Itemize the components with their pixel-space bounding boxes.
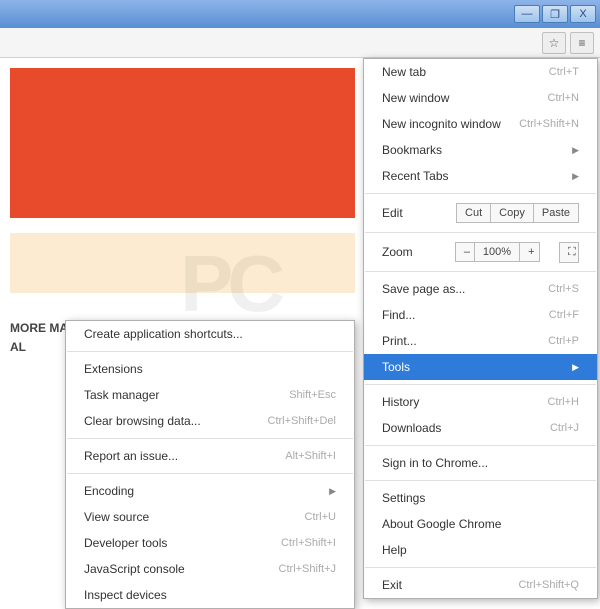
menu-exit[interactable]: ExitCtrl+Shift+Q xyxy=(364,572,597,598)
submenu-clear-browsing-data[interactable]: Clear browsing data...Ctrl+Shift+Del xyxy=(66,408,354,434)
menu-incognito[interactable]: New incognito windowCtrl+Shift+N xyxy=(364,111,597,137)
menu-find[interactable]: Find...Ctrl+F xyxy=(364,302,597,328)
menu-separator xyxy=(365,567,596,568)
chevron-right-icon: ▶ xyxy=(572,145,579,156)
menu-separator xyxy=(365,232,596,233)
zoom-out-button[interactable]: – xyxy=(455,242,475,262)
menu-new-tab[interactable]: New tabCtrl+T xyxy=(364,59,597,85)
menu-zoom-row: Zoom – 100% + ⛶ xyxy=(364,237,597,267)
cut-button[interactable]: Cut xyxy=(456,203,491,223)
menu-settings[interactable]: Settings xyxy=(364,485,597,511)
menu-help[interactable]: Help xyxy=(364,537,597,563)
zoom-value: 100% xyxy=(475,242,520,262)
submenu-extensions[interactable]: Extensions xyxy=(66,356,354,382)
menu-save-page[interactable]: Save page as...Ctrl+S xyxy=(364,276,597,302)
copy-button[interactable]: Copy xyxy=(491,203,534,223)
zoom-label: Zoom xyxy=(382,245,442,259)
menu-separator xyxy=(365,193,596,194)
menu-separator xyxy=(365,384,596,385)
page-content: MORE MANAGEABLE WITH THE NEW savi AL PC … xyxy=(0,58,600,596)
paste-button[interactable]: Paste xyxy=(534,203,579,223)
zoom-in-button[interactable]: + xyxy=(520,242,540,262)
chrome-main-menu: New tabCtrl+T New windowCtrl+N New incog… xyxy=(363,58,598,599)
menu-separator xyxy=(67,438,353,439)
submenu-encoding[interactable]: Encoding▶ xyxy=(66,478,354,504)
menu-edit-row: Edit Cut Copy Paste xyxy=(364,198,597,228)
close-button[interactable]: X xyxy=(570,5,596,23)
menu-separator xyxy=(67,351,353,352)
page-sub-banner xyxy=(10,233,355,293)
submenu-inspect-devices[interactable]: Inspect devices xyxy=(66,582,354,608)
menu-recent-tabs[interactable]: Recent Tabs▶ xyxy=(364,163,597,189)
menu-bookmarks[interactable]: Bookmarks▶ xyxy=(364,137,597,163)
submenu-app-shortcuts[interactable]: Create application shortcuts... xyxy=(66,321,354,347)
menu-about[interactable]: About Google Chrome xyxy=(364,511,597,537)
hamburger-menu-icon[interactable]: ≡ xyxy=(570,32,594,54)
submenu-view-source[interactable]: View sourceCtrl+U xyxy=(66,504,354,530)
maximize-button[interactable]: ❐ xyxy=(542,5,568,23)
edit-label: Edit xyxy=(382,206,442,220)
window-titlebar: — ❐ X xyxy=(0,0,600,28)
menu-separator xyxy=(67,473,353,474)
chevron-right-icon: ▶ xyxy=(329,486,336,497)
tools-submenu: Create application shortcuts... Extensio… xyxy=(65,320,355,609)
chevron-right-icon: ▶ xyxy=(572,171,579,182)
menu-downloads[interactable]: DownloadsCtrl+J xyxy=(364,415,597,441)
menu-separator xyxy=(365,445,596,446)
fullscreen-button[interactable]: ⛶ xyxy=(559,242,579,263)
browser-toolbar: ☆ ≡ xyxy=(0,28,600,58)
submenu-report-issue[interactable]: Report an issue...Alt+Shift+I xyxy=(66,443,354,469)
headline-line2: AL xyxy=(10,340,26,354)
submenu-developer-tools[interactable]: Developer toolsCtrl+Shift+I xyxy=(66,530,354,556)
menu-separator xyxy=(365,480,596,481)
chevron-right-icon: ▶ xyxy=(572,362,579,373)
menu-print[interactable]: Print...Ctrl+P xyxy=(364,328,597,354)
menu-tools[interactable]: Tools▶ xyxy=(364,354,597,380)
minimize-button[interactable]: — xyxy=(514,5,540,23)
page-hero-banner xyxy=(10,68,355,218)
menu-history[interactable]: HistoryCtrl+H xyxy=(364,389,597,415)
submenu-task-manager[interactable]: Task managerShift+Esc xyxy=(66,382,354,408)
menu-new-window[interactable]: New windowCtrl+N xyxy=(364,85,597,111)
menu-separator xyxy=(365,271,596,272)
submenu-javascript-console[interactable]: JavaScript consoleCtrl+Shift+J xyxy=(66,556,354,582)
bookmark-star-icon[interactable]: ☆ xyxy=(542,32,566,54)
menu-signin[interactable]: Sign in to Chrome... xyxy=(364,450,597,476)
